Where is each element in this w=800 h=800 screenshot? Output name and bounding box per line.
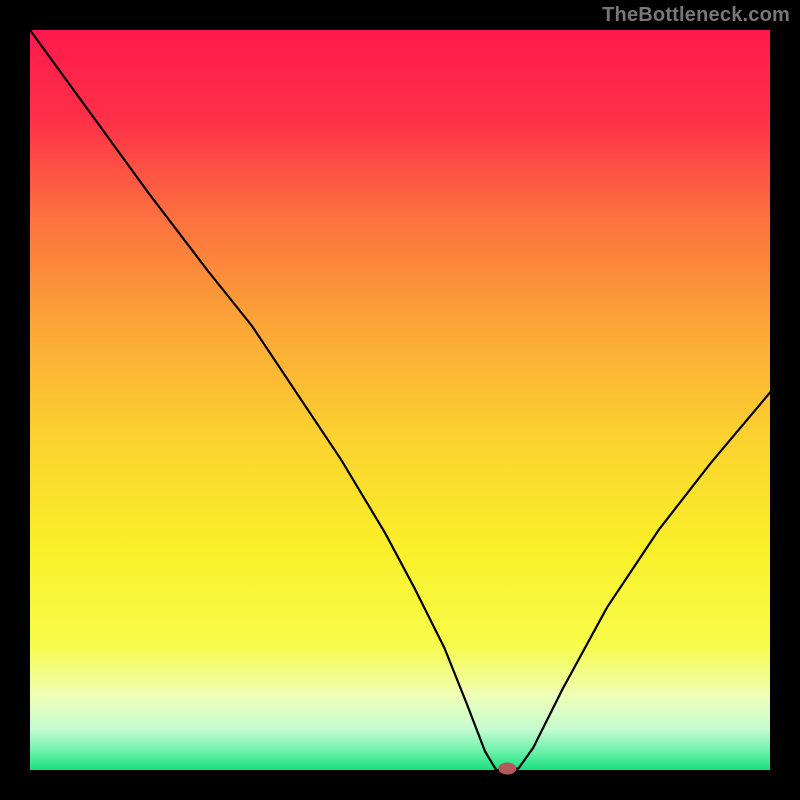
- chart-svg: [0, 0, 800, 800]
- watermark-text: TheBottleneck.com: [602, 4, 790, 27]
- bottleneck-chart: TheBottleneck.com: [0, 0, 800, 800]
- optimal-marker: [498, 763, 516, 775]
- plot-area: [30, 30, 770, 770]
